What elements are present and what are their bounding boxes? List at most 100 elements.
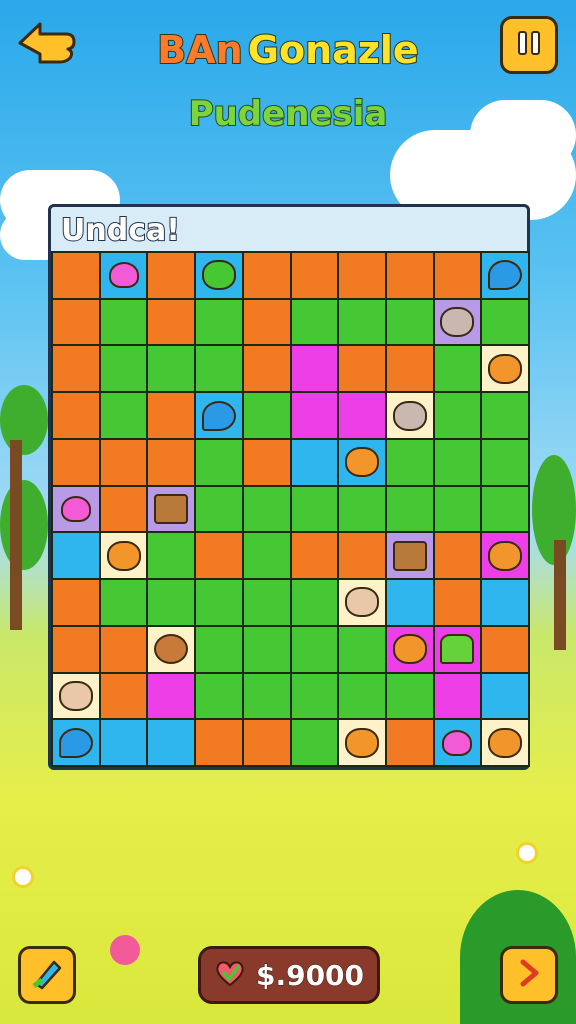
board-cell[interactable] [434, 253, 481, 298]
board-cell[interactable] [482, 393, 528, 438]
board-cell[interactable] [291, 626, 338, 672]
board-cell[interactable] [291, 720, 338, 765]
board-cell[interactable] [339, 439, 385, 485]
board-cell[interactable] [482, 346, 528, 392]
board-cell[interactable] [100, 720, 147, 765]
board-cell[interactable] [291, 580, 338, 625]
board-cell[interactable] [386, 439, 433, 485]
board-cell[interactable] [291, 253, 338, 298]
board-cell[interactable] [196, 346, 242, 392]
board-cell[interactable] [243, 626, 290, 672]
board-cell[interactable] [148, 533, 195, 579]
board-cell[interactable] [53, 533, 99, 579]
board-cell[interactable] [196, 299, 242, 345]
board-cell[interactable] [100, 486, 147, 532]
board-cell[interactable] [243, 299, 290, 345]
next-button[interactable] [500, 946, 558, 1004]
board-cell[interactable] [482, 626, 528, 672]
board-cell[interactable] [243, 486, 290, 532]
board-cell[interactable] [434, 393, 481, 438]
board-cell[interactable] [434, 673, 481, 719]
board-cell[interactable] [434, 720, 481, 765]
board-cell[interactable] [243, 393, 290, 438]
board-cell[interactable] [386, 486, 433, 532]
board-cell[interactable] [100, 253, 147, 298]
board-cell[interactable] [386, 393, 433, 438]
board-cell[interactable] [196, 393, 242, 438]
board-cell[interactable] [339, 486, 385, 532]
board-cell[interactable] [196, 439, 242, 485]
board-cell[interactable] [434, 346, 481, 392]
board-cell[interactable] [482, 720, 528, 765]
board-cell[interactable] [339, 673, 385, 719]
board-cell[interactable] [196, 533, 242, 579]
board-cell[interactable] [339, 299, 385, 345]
board-cell[interactable] [339, 346, 385, 392]
board-cell[interactable] [148, 580, 195, 625]
board-cell[interactable] [291, 533, 338, 579]
board-cell[interactable] [386, 253, 433, 298]
board-cell[interactable] [434, 580, 481, 625]
board-cell[interactable] [100, 299, 147, 345]
board-cell[interactable] [100, 439, 147, 485]
board-cell[interactable] [196, 626, 242, 672]
board-cell[interactable] [434, 533, 481, 579]
board-cell[interactable] [243, 533, 290, 579]
tools-button[interactable] [18, 946, 76, 1004]
board-cell[interactable] [196, 253, 242, 298]
board-cell[interactable] [482, 439, 528, 485]
board-cell[interactable] [291, 673, 338, 719]
board-cell[interactable] [53, 626, 99, 672]
board-cell[interactable] [53, 253, 99, 298]
board-cell[interactable] [243, 346, 290, 392]
board-cell[interactable] [482, 533, 528, 579]
board-cell[interactable] [386, 580, 433, 625]
board-cell[interactable] [339, 253, 385, 298]
board-cell[interactable] [386, 299, 433, 345]
board-cell[interactable] [291, 393, 338, 438]
board-cell[interactable] [53, 673, 99, 719]
board-cell[interactable] [339, 393, 385, 438]
board-cell[interactable] [434, 486, 481, 532]
board-cell[interactable] [148, 673, 195, 719]
board-cell[interactable] [243, 673, 290, 719]
board-cell[interactable] [100, 393, 147, 438]
board-cell[interactable] [386, 346, 433, 392]
board-cell[interactable] [53, 393, 99, 438]
board-cell[interactable] [148, 720, 195, 765]
board-cell[interactable] [243, 580, 290, 625]
board-cell[interactable] [482, 673, 528, 719]
board-cell[interactable] [148, 393, 195, 438]
board-cell[interactable] [100, 580, 147, 625]
board-cell[interactable] [53, 720, 99, 765]
board-cell[interactable] [291, 346, 338, 392]
board-cell[interactable] [196, 486, 242, 532]
board-cell[interactable] [196, 673, 242, 719]
board-cell[interactable] [148, 626, 195, 672]
board-cell[interactable] [196, 720, 242, 765]
board-cell[interactable] [53, 580, 99, 625]
board-cell[interactable] [243, 253, 290, 298]
board-cell[interactable] [291, 486, 338, 532]
board-cell[interactable] [53, 299, 99, 345]
board-cell[interactable] [291, 299, 338, 345]
board-cell[interactable] [53, 346, 99, 392]
board-cell[interactable] [100, 533, 147, 579]
board-cell[interactable] [148, 253, 195, 298]
board-cell[interactable] [482, 253, 528, 298]
pause-button[interactable] [500, 16, 558, 74]
board-cell[interactable] [243, 720, 290, 765]
board-cell[interactable] [148, 346, 195, 392]
board-cell[interactable] [53, 439, 99, 485]
board-cell[interactable] [434, 299, 481, 345]
board-cell[interactable] [100, 626, 147, 672]
board-cell[interactable] [339, 626, 385, 672]
board-cell[interactable] [100, 673, 147, 719]
board-cell[interactable] [482, 299, 528, 345]
board-cell[interactable] [434, 439, 481, 485]
board-cell[interactable] [386, 533, 433, 579]
board-cell[interactable] [482, 580, 528, 625]
board-cell[interactable] [386, 673, 433, 719]
board-cell[interactable] [243, 439, 290, 485]
board-cell[interactable] [148, 299, 195, 345]
